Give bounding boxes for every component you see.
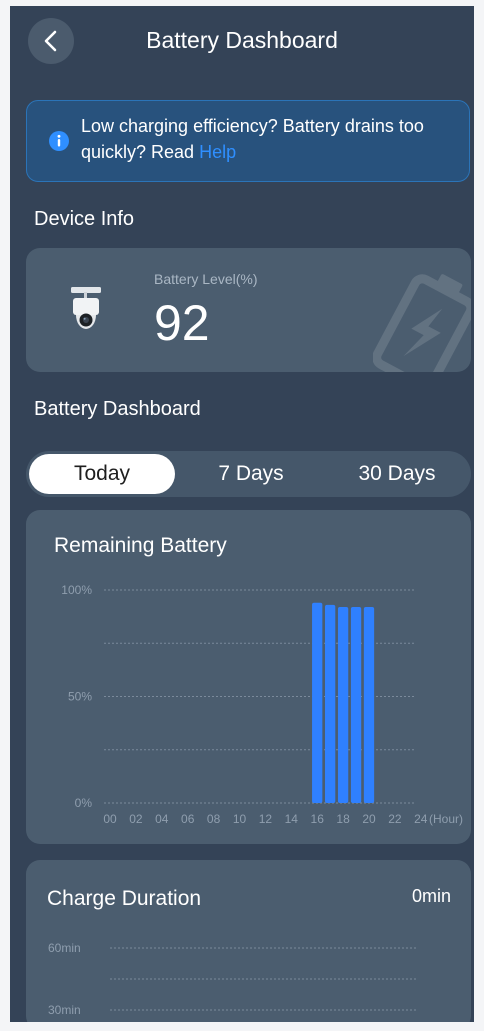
x-tick-label: 18 bbox=[336, 812, 350, 826]
x-tick-label: 08 bbox=[207, 812, 221, 826]
battery-level-value: 92 bbox=[154, 295, 210, 351]
x-tick-label: 10 bbox=[233, 812, 247, 826]
y-tick-label: 60min bbox=[48, 941, 81, 955]
help-link[interactable]: Help bbox=[199, 142, 236, 162]
x-tick-label: 04 bbox=[155, 812, 169, 826]
charge-duration-chart: 60min 30min bbox=[48, 941, 418, 1017]
remaining-battery-card: Remaining Battery 100% 50% 0% 00 02 04 06 08 10 1… bbox=[26, 510, 471, 844]
x-tick-label: 20 bbox=[362, 812, 376, 826]
battery-charging-icon bbox=[373, 274, 471, 372]
x-tick-label: 06 bbox=[181, 812, 195, 826]
x-tick-label: 02 bbox=[129, 812, 143, 826]
bar bbox=[337, 607, 349, 803]
period-selector: Today 7 Days 30 Days bbox=[26, 451, 471, 497]
info-icon bbox=[49, 131, 69, 151]
bar bbox=[350, 607, 362, 803]
x-unit-label: (Hour) bbox=[429, 812, 463, 826]
tab-7-days[interactable]: 7 Days bbox=[178, 454, 324, 494]
notice-message: Low charging efficiency? Battery drains … bbox=[81, 116, 424, 162]
header: Battery Dashboard bbox=[10, 6, 474, 74]
camera-icon bbox=[71, 287, 101, 329]
y-tick-label: 100% bbox=[61, 583, 92, 597]
y-tick-label: 30min bbox=[48, 1003, 81, 1017]
bar bbox=[312, 602, 323, 803]
battery-dashboard-screen: Battery Dashboard Low charging efficienc… bbox=[10, 6, 474, 1022]
battery-level-label: Battery Level(%) bbox=[154, 271, 258, 287]
page-title: Battery Dashboard bbox=[146, 27, 338, 53]
x-tick-label: 14 bbox=[285, 812, 299, 826]
help-notice: Low charging efficiency? Battery drains … bbox=[26, 100, 470, 182]
device-info-heading: Device Info bbox=[34, 208, 135, 230]
tab-30-days[interactable]: 30 Days bbox=[324, 454, 470, 494]
x-tick-label: 24 bbox=[414, 812, 428, 826]
bar bbox=[325, 604, 336, 803]
x-tick-label: 12 bbox=[259, 812, 273, 826]
y-tick-label: 0% bbox=[75, 796, 93, 810]
tab-today[interactable]: Today bbox=[29, 454, 175, 494]
y-tick-label: 50% bbox=[68, 690, 92, 704]
x-tick-label: 22 bbox=[388, 812, 402, 826]
battery-dashboard-heading: Battery Dashboard bbox=[34, 398, 201, 420]
x-tick-label: 00 bbox=[103, 812, 117, 826]
x-tick-label: 16 bbox=[311, 812, 325, 826]
notice-text: Low charging efficiency? Battery drains … bbox=[81, 113, 461, 165]
bar bbox=[363, 607, 375, 803]
device-info-card: Battery Level(%) 92 bbox=[26, 248, 471, 372]
remaining-battery-chart: 100% 50% 0% 00 02 04 06 08 10 12 14 16 18 20 22 24 (Hour… bbox=[61, 583, 463, 826]
charge-duration-card: Charge Duration 0min 60min 30min bbox=[26, 860, 471, 1022]
